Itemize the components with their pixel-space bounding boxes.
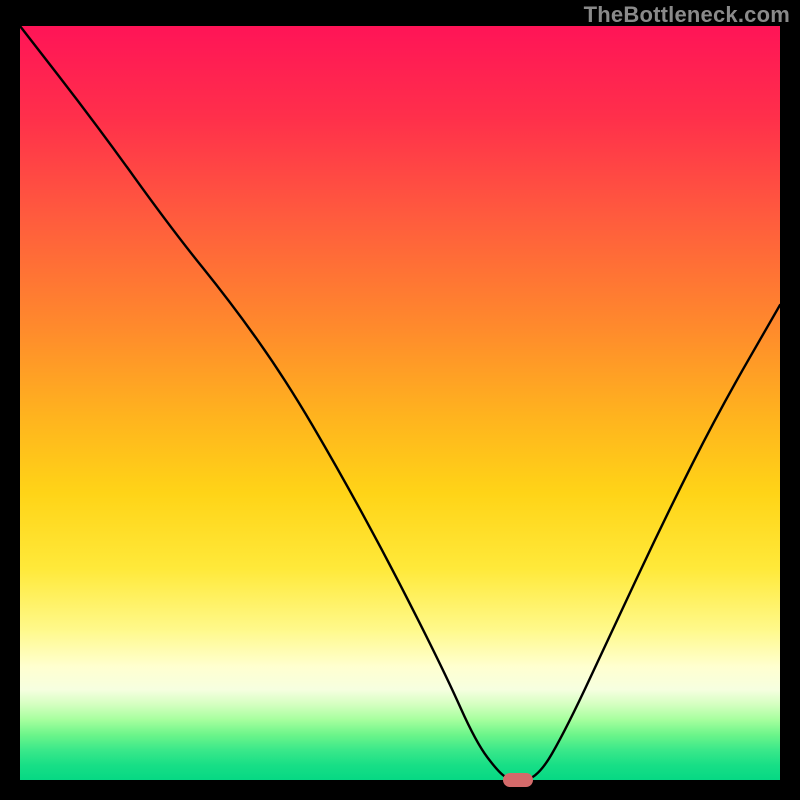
- plot-gradient-background: [20, 26, 780, 780]
- watermark-text: TheBottleneck.com: [584, 2, 790, 28]
- chart-frame: TheBottleneck.com: [0, 0, 800, 800]
